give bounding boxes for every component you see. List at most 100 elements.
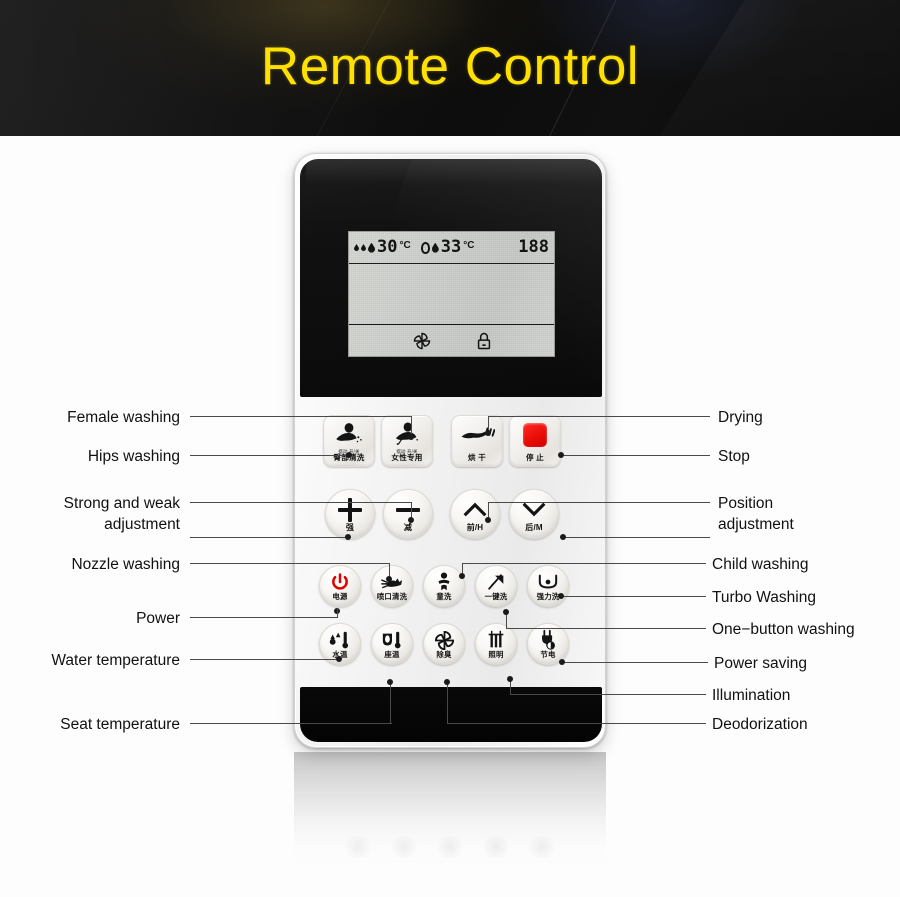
callout-label-stop: Stop bbox=[718, 448, 750, 465]
leader-line-nozzle-washing bbox=[190, 563, 390, 564]
lamp-icon bbox=[486, 629, 506, 651]
button-label: 强力洗 bbox=[536, 592, 560, 602]
leader-dot-seat-temperature bbox=[387, 679, 393, 685]
lcd-seat-temp-value: 33 bbox=[440, 237, 462, 257]
stop-square-icon bbox=[510, 416, 560, 454]
button-seat-temperature[interactable]: 座温 bbox=[371, 623, 413, 665]
button-strong[interactable]: 强 bbox=[325, 489, 375, 539]
leader-dot-illumination bbox=[507, 676, 513, 682]
leader-dot-turbo-washing bbox=[558, 593, 564, 599]
button-label: 喷口清洗 bbox=[376, 592, 408, 602]
chevron-down-icon bbox=[522, 497, 546, 523]
leader-line-power bbox=[190, 617, 337, 618]
lcd-water-temp: 30 °C bbox=[354, 239, 411, 256]
button-stop[interactable]: 停 止 bbox=[509, 415, 561, 467]
button-label: 女性专用 bbox=[391, 453, 423, 463]
button-weak[interactable]: 减 bbox=[383, 489, 433, 539]
leader-dot-one-button-washing bbox=[503, 609, 509, 615]
leader-line-seat-temperature bbox=[190, 723, 365, 724]
water-thermometer-icon bbox=[328, 629, 352, 651]
leader-dot-strong-adjust bbox=[345, 534, 351, 540]
nozzle-clean-icon bbox=[380, 571, 404, 593]
seat-icon bbox=[420, 241, 430, 254]
leader-line-deodorization-v bbox=[447, 682, 448, 724]
lock-icon bbox=[477, 332, 490, 349]
lcd-water-temp-value: 30 bbox=[377, 237, 398, 257]
remote-bottom-panel bbox=[300, 687, 602, 742]
button-position-backward[interactable]: 后/M bbox=[509, 489, 559, 539]
leader-line-drying bbox=[488, 416, 710, 417]
panel-gloss-top bbox=[306, 159, 602, 185]
leader-line-strong-adjust bbox=[190, 537, 348, 538]
button-power[interactable]: 电源 bbox=[319, 565, 361, 607]
leader-line-hips-washing bbox=[190, 455, 349, 456]
button-label: 节电 bbox=[540, 650, 556, 660]
button-turbo-washing[interactable]: 强力洗 bbox=[527, 565, 569, 607]
button-label: 减 bbox=[403, 522, 413, 532]
button-position-forward[interactable]: 前/H bbox=[450, 489, 500, 539]
button-child-washing[interactable]: 童洗 bbox=[423, 565, 465, 607]
callout-label-position-adjustment: Position adjustment bbox=[718, 494, 878, 535]
callout-label-turbo-washing: Turbo Washing bbox=[712, 589, 816, 606]
button-label: 后/M bbox=[525, 522, 543, 532]
button-deodorization[interactable]: 除臭 bbox=[423, 623, 465, 665]
button-label: 强 bbox=[345, 522, 355, 532]
callout-label-child-washing: Child washing bbox=[712, 556, 809, 573]
page-title: Remote Control bbox=[260, 37, 640, 96]
button-label: 照明 bbox=[488, 650, 504, 660]
leader-dot-hips-washing bbox=[346, 452, 352, 458]
leader-line-deodorization-h2 bbox=[447, 723, 532, 724]
callout-line-2: adjustment bbox=[718, 515, 794, 533]
callout-label-drying: Drying bbox=[718, 409, 763, 426]
lcd-right-segment: 188 bbox=[518, 237, 549, 257]
button-label: 座温 bbox=[384, 650, 400, 660]
water-drop-icon bbox=[432, 243, 439, 253]
water-drop-icon bbox=[354, 244, 359, 251]
chevron-up-icon bbox=[463, 497, 487, 523]
leader-line-weak-adjust bbox=[190, 502, 412, 503]
leader-line-deodorization bbox=[530, 723, 706, 724]
leader-dot-weak-adjust bbox=[408, 517, 414, 523]
callout-label-one-button-washing: One−button washing bbox=[712, 621, 855, 638]
leader-dot-stop bbox=[558, 452, 564, 458]
rear-wash-icon bbox=[324, 416, 374, 450]
plug-saving-icon bbox=[537, 629, 559, 651]
lcd-middle-area bbox=[349, 265, 554, 324]
button-label: 除臭 bbox=[436, 650, 452, 660]
leader-dot-water-temperature bbox=[336, 656, 342, 662]
leader-line-seat-temperature-v bbox=[390, 682, 391, 724]
callout-label-nozzle-washing: Nozzle washing bbox=[71, 556, 180, 573]
button-one-button-washing[interactable]: 一键洗 bbox=[475, 565, 517, 607]
button-nozzle-washing[interactable]: 喷口清洗 bbox=[371, 565, 413, 607]
callout-line-2: adjustment bbox=[104, 515, 180, 533]
button-panel: 摆动 开/关 臀部清洗 摆动 开/关 女性专用 bbox=[295, 397, 605, 689]
button-drying[interactable]: 烘 干 bbox=[451, 415, 503, 467]
button-label: 童洗 bbox=[436, 592, 452, 602]
callout-label-power: Power bbox=[136, 610, 180, 627]
leader-dot-position-up bbox=[485, 517, 491, 523]
fan-icon bbox=[413, 332, 430, 349]
leader-line-seat-temperature-h2 bbox=[363, 723, 392, 724]
callout-label-seat-temperature: Seat temperature bbox=[60, 716, 180, 733]
button-female-washing[interactable]: 摆动 开/关 女性专用 bbox=[381, 415, 433, 467]
callout-label-hips-washing: Hips washing bbox=[87, 448, 180, 465]
callout-line-1: Position bbox=[718, 495, 774, 512]
leader-dot-child-washing bbox=[459, 573, 465, 579]
button-hips-washing[interactable]: 摆动 开/关 臀部清洗 bbox=[323, 415, 375, 467]
water-drop-icon bbox=[361, 244, 366, 251]
leader-line-one-button-washing bbox=[506, 628, 706, 629]
callout-label-deodorization: Deodorization bbox=[712, 716, 808, 733]
leader-line-power-v bbox=[337, 608, 338, 618]
leader-line-power-saving bbox=[562, 662, 708, 663]
lcd-display: 30 °C 33 °C 188 bbox=[348, 231, 555, 357]
button-illumination[interactable]: 照明 bbox=[475, 623, 517, 665]
leader-line-water-temperature bbox=[190, 659, 340, 660]
fan-icon bbox=[433, 629, 456, 651]
one-key-wash-icon bbox=[485, 571, 507, 593]
leader-line-stop bbox=[562, 455, 710, 456]
leader-line-position-up bbox=[488, 502, 710, 503]
leader-dot-position-down bbox=[560, 534, 566, 540]
lcd-seat-temp: 33 °C bbox=[420, 237, 474, 257]
turbo-wash-icon bbox=[536, 571, 560, 593]
button-label: 烘 干 bbox=[468, 453, 486, 463]
